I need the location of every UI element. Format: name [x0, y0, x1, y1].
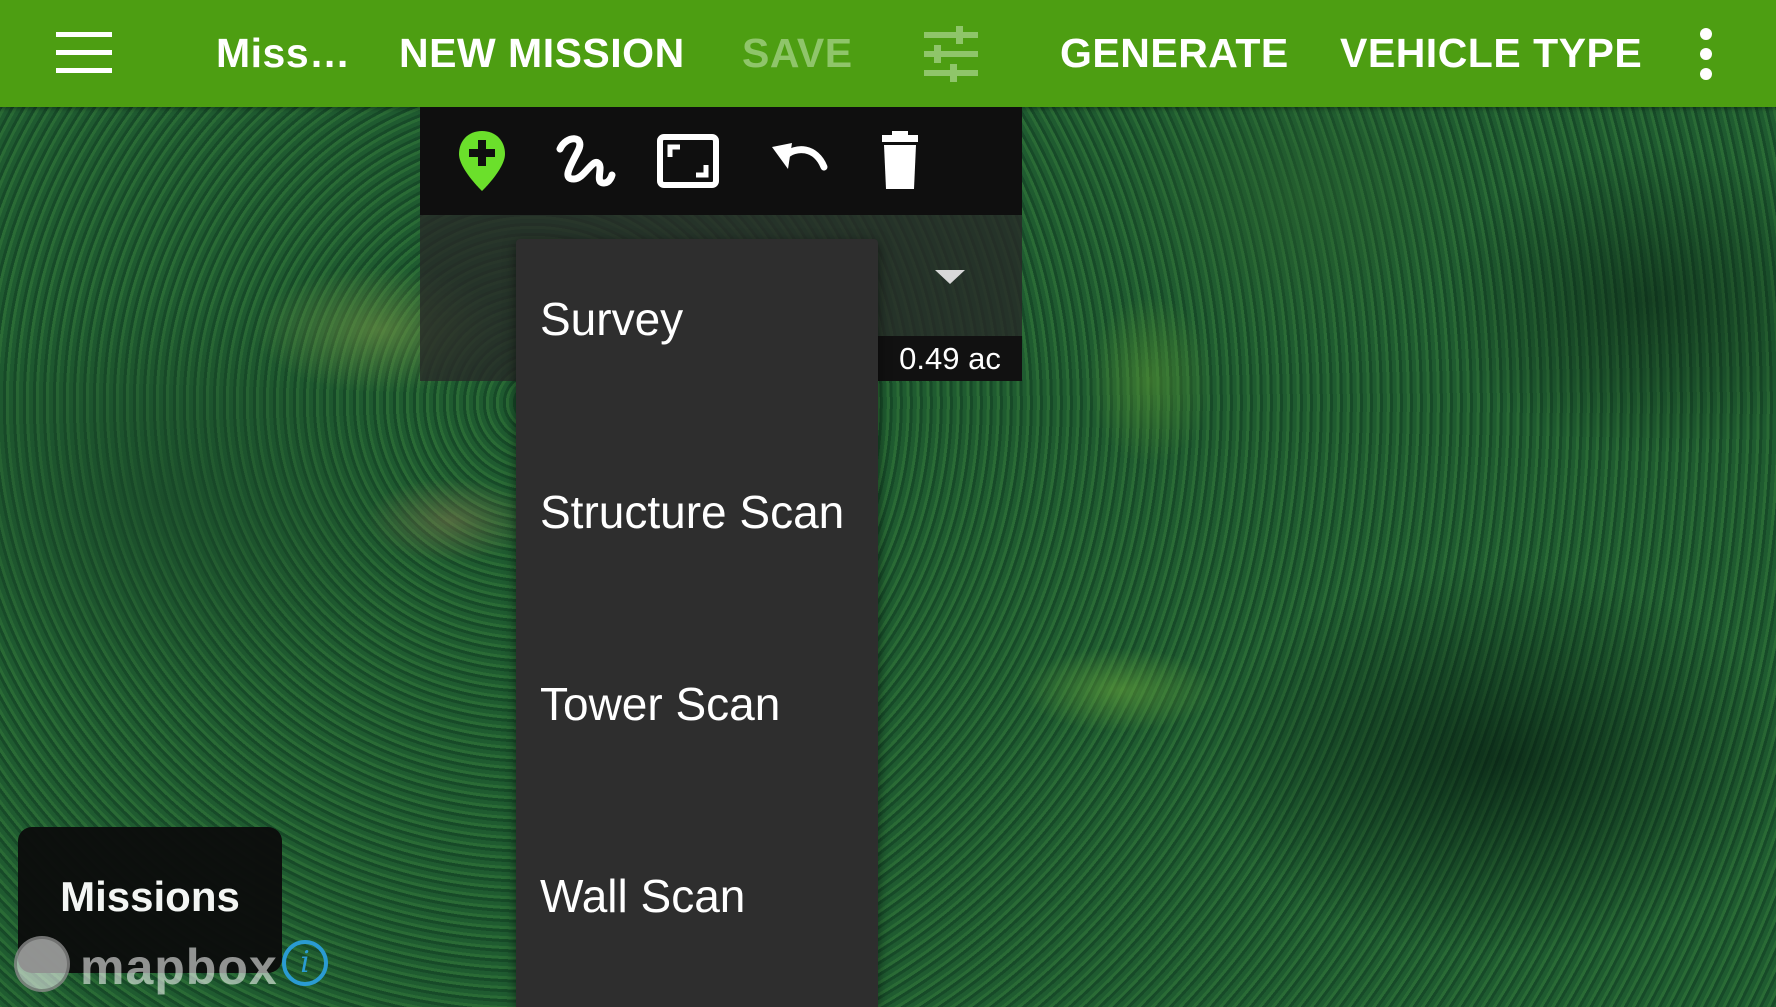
- delete-icon[interactable]: [868, 129, 932, 193]
- generate-button[interactable]: GENERATE: [1060, 0, 1289, 107]
- save-button[interactable]: SAVE: [742, 0, 853, 107]
- new-mission-button[interactable]: NEW MISSION: [399, 0, 685, 107]
- mapbox-logo: mapbox: [14, 936, 277, 996]
- area-readout: 0.49 ac: [878, 336, 1022, 381]
- top-app-bar: Miss… NEW MISSION SAVE GENERATE VEHICLE …: [0, 0, 1776, 107]
- tune-settings-icon[interactable]: [922, 26, 980, 82]
- more-options-icon[interactable]: [1694, 28, 1718, 80]
- dropdown-option-tower-scan[interactable]: Tower Scan: [540, 674, 870, 734]
- dropdown-option-survey[interactable]: Survey: [540, 289, 870, 349]
- draw-path-icon[interactable]: [552, 129, 616, 193]
- drawing-toolbar: [420, 107, 1022, 215]
- mission-type-dropdown: Survey Structure Scan Tower Scan Wall Sc…: [516, 239, 878, 1007]
- undo-icon[interactable]: [766, 129, 830, 193]
- vehicle-type-button[interactable]: VEHICLE TYPE: [1340, 0, 1642, 107]
- mission-title[interactable]: Miss…: [216, 0, 351, 107]
- mapbox-wordmark: mapbox: [80, 939, 278, 995]
- fit-to-screen-icon[interactable]: [656, 129, 720, 193]
- dropdown-arrow-icon[interactable]: [935, 270, 965, 284]
- dropdown-option-structure-scan[interactable]: Structure Scan: [540, 482, 870, 542]
- add-waypoint-icon[interactable]: [450, 129, 514, 193]
- missions-button-label: Missions: [60, 873, 240, 920]
- info-icon[interactable]: i: [282, 940, 328, 986]
- hamburger-menu-icon[interactable]: [56, 32, 112, 74]
- mapbox-mark-icon: [14, 936, 70, 992]
- dropdown-option-wall-scan[interactable]: Wall Scan: [540, 866, 870, 926]
